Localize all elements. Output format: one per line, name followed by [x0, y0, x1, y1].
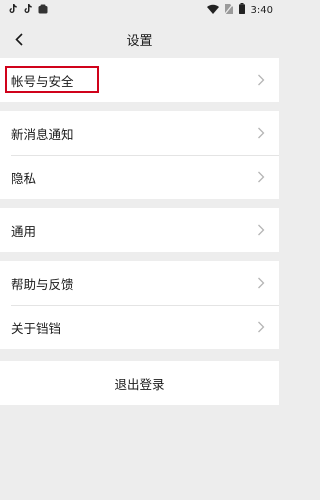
group-general: 通用 [0, 208, 279, 252]
settings-item-help-feedback[interactable]: 帮助与反馈 [0, 261, 279, 305]
group-notifications: 新消息通知 隐私 [0, 111, 279, 199]
settings-item-label: 新消息通知 [11, 126, 74, 142]
group-account: 帐号与安全 [0, 58, 279, 102]
app-notification-icon [38, 4, 48, 17]
chevron-right-icon [258, 224, 265, 236]
settings-item-account-security[interactable]: 帐号与安全 [0, 58, 279, 102]
chevron-right-icon [258, 321, 265, 333]
page-title: 设置 [126, 33, 153, 49]
settings-item-label: 帮助与反馈 [11, 276, 74, 292]
settings-item-label: 帐号与安全 [11, 73, 74, 89]
no-sim-icon [224, 3, 233, 17]
settings-item-label: 关于铛铛 [11, 320, 62, 336]
nav-bar: 设置 [0, 20, 279, 58]
chevron-right-icon [258, 171, 265, 183]
settings-item-privacy[interactable]: 隐私 [0, 155, 279, 199]
status-right: 3:40 [206, 3, 273, 17]
chevron-left-icon [15, 32, 23, 46]
back-button[interactable] [8, 28, 30, 50]
status-left [8, 3, 48, 17]
wifi-icon [206, 4, 219, 17]
settings-item-general[interactable]: 通用 [0, 208, 279, 252]
status-bar: 3:40 [0, 0, 279, 20]
battery-icon [238, 3, 245, 17]
tiktok-icon-2 [23, 3, 32, 17]
group-help-about: 帮助与反馈 关于铛铛 [0, 261, 279, 349]
logout-button[interactable]: 退出登录 [0, 361, 279, 405]
settings-item-label: 通用 [11, 223, 37, 239]
settings-item-new-message-notification[interactable]: 新消息通知 [0, 111, 279, 155]
chevron-right-icon [258, 277, 265, 289]
chevron-right-icon [258, 74, 265, 86]
settings-item-about[interactable]: 关于铛铛 [0, 305, 279, 349]
tiktok-icon [8, 3, 17, 17]
chevron-right-icon [258, 127, 265, 139]
settings-item-label: 隐私 [11, 170, 37, 186]
logout-label: 退出登录 [114, 376, 165, 392]
status-time: 3:40 [250, 4, 273, 16]
